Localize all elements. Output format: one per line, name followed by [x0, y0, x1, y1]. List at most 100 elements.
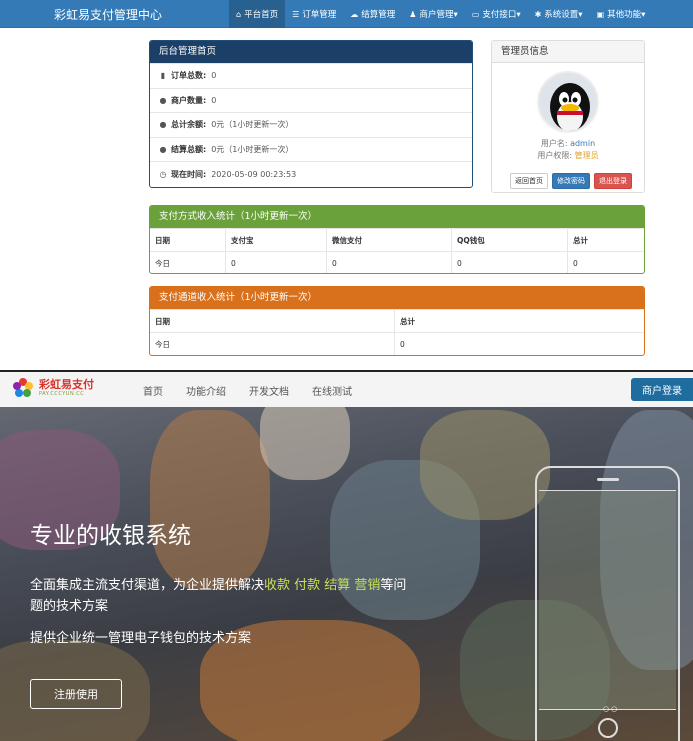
hero-highlight: 收款 付款 结算 营销	[264, 578, 381, 593]
drop-icon: ●	[159, 120, 167, 130]
hero-title: 专业的收银系统	[30, 523, 191, 549]
table-cell: 今日	[150, 333, 395, 355]
table-cell: 0	[573, 258, 578, 268]
nav-item-home[interactable]: ⌂ 平台首页	[229, 0, 286, 28]
table-header-cell: 总计	[400, 316, 415, 326]
logo-subtitle: PAY.CCCYUN.CC	[39, 391, 85, 397]
role-line: 用户权限: 管理员	[492, 150, 644, 161]
landing-page: 彩虹易支付 PAY.CCCYUN.CC 首页 功能介绍 开发文档 在线测试 商户…	[0, 370, 693, 741]
hero-description-line2: 题的技术方案	[30, 599, 109, 614]
table-cell: 0	[327, 252, 452, 273]
stat-row-balance: ● 总计余额: 0元（1小时更新一次）	[150, 112, 472, 137]
stat-label: 现在时间:	[171, 169, 207, 179]
nav-item-merchants[interactable]: ♟ 商户管理▾	[402, 0, 464, 28]
penguin-avatar-icon	[550, 83, 590, 131]
merchant-login-button[interactable]: 商户登录	[631, 378, 693, 401]
table-cell: 0	[226, 252, 327, 273]
register-button[interactable]: 注册使用	[30, 679, 122, 709]
landing-nav-links: 首页 功能介绍 开发文档 在线测试	[143, 383, 352, 398]
logout-button[interactable]: 退出登录	[594, 173, 632, 189]
nav-link-docs[interactable]: 开发文档	[249, 383, 289, 398]
phone-home-button	[598, 718, 618, 738]
panel-title: 支付通道收入统计（1小时更新一次）	[150, 287, 644, 309]
cloud-icon: ☁	[350, 9, 359, 19]
admin-info-panel: 管理员信息 用户名: admin 用户权限: 管理员 返回首页 修改密码 退出登…	[491, 40, 645, 193]
phone-speaker	[597, 478, 619, 481]
panel-title: 后台管理首页	[150, 41, 472, 63]
username-value: admin	[570, 139, 596, 148]
phone-screen: ○○	[539, 490, 676, 713]
nav-label: 平台首页	[244, 10, 279, 20]
stat-label: 订单总数:	[171, 71, 207, 81]
change-password-button[interactable]: 修改密码	[552, 173, 590, 189]
table-header-row: 日期 支付宝 微信支付 QQ钱包 总计	[150, 228, 644, 251]
hero-text: 等问	[380, 578, 407, 593]
nav-label: 其他功能▾	[607, 10, 646, 20]
table-cell: 0	[452, 252, 568, 273]
stat-label: 总计余额:	[171, 120, 207, 130]
carousel-dots[interactable]: ○○	[603, 705, 619, 713]
nav-item-payment-api[interactable]: ▭ 支付接口▾	[465, 0, 528, 28]
table-row: 今日 0	[150, 332, 644, 355]
nav-label: 系统设置▾	[544, 10, 583, 20]
bar-chart-icon: ▮	[160, 71, 166, 81]
stat-row-time: ◷ 现在时间: 2020-05-09 00:23:53	[150, 161, 472, 186]
panel-title: 支付方式收入统计（1小时更新一次）	[150, 206, 644, 228]
avatar	[537, 71, 599, 133]
home-stats-panel: 后台管理首页 ▮ 订单总数: 0 ● 商户数量: 0 ● 总计余额: 0元（1小…	[149, 40, 473, 188]
nav-item-orders[interactable]: ☰ 订单管理	[285, 0, 343, 28]
top-navbar: 彩虹易支付管理中心 ⌂ 平台首页 ☰ 订单管理 ☁ 结算管理 ♟ 商户管理▾ ▭…	[0, 0, 693, 28]
channel-stats-panel: 支付通道收入统计（1小时更新一次） 日期 总计 今日 0	[149, 286, 645, 356]
hero-tagline: 提供企业统一管理电子钱包的技术方案	[30, 631, 252, 646]
table-row: 今日 0 0 0 0	[150, 251, 644, 273]
table-cell: 0	[400, 339, 405, 349]
nav-menu: ⌂ 平台首页 ☰ 订单管理 ☁ 结算管理 ♟ 商户管理▾ ▭ 支付接口▾ ✱ 系…	[229, 0, 652, 28]
stat-value: 2020-05-09 00:23:53	[211, 169, 297, 179]
username-line: 用户名: admin	[492, 138, 644, 149]
nav-link-test[interactable]: 在线测试	[312, 383, 352, 398]
nav-link-features[interactable]: 功能介绍	[186, 383, 226, 398]
table-header-cell: 日期	[150, 310, 395, 332]
nav-item-settlement[interactable]: ☁ 结算管理	[343, 0, 402, 28]
hero-text: 全面集成主流支付渠道，为企业提供解决	[30, 578, 265, 593]
logo-icon	[13, 378, 33, 397]
brand-title[interactable]: 彩虹易支付管理中心	[54, 6, 162, 23]
nav-item-settings[interactable]: ✱ 系统设置▾	[528, 0, 590, 28]
nav-link-home[interactable]: 首页	[143, 383, 163, 398]
nav-label: 结算管理	[361, 10, 396, 20]
briefcase-icon: ▣	[596, 9, 605, 19]
stat-row-settlement: ● 结算总额: 0元（1小时更新一次）	[150, 136, 472, 162]
panel-title: 管理员信息	[492, 41, 644, 63]
nav-label: 商户管理▾	[419, 10, 458, 20]
stat-label: 结算总额:	[171, 145, 207, 155]
hero-description-line1: 全面集成主流支付渠道，为企业提供解决收款 付款 结算 营销等问	[30, 574, 406, 593]
logo-text[interactable]: 彩虹易支付	[39, 376, 94, 392]
phone-mockup: ○○	[535, 466, 680, 741]
role-value: 管理员	[574, 151, 599, 160]
stat-value: 0	[211, 95, 217, 105]
user-icon: ♟	[409, 9, 417, 19]
admin-dashboard: 彩虹易支付管理中心 ⌂ 平台首页 ☰ 订单管理 ☁ 结算管理 ♟ 商户管理▾ ▭…	[0, 0, 693, 370]
nav-label: 订单管理	[302, 10, 337, 20]
stat-value: 0元（1小时更新一次）	[211, 145, 294, 155]
stat-value: 0元（1小时更新一次）	[211, 120, 294, 130]
home-icon: ⌂	[236, 9, 242, 19]
nav-label: 支付接口▾	[482, 10, 521, 20]
stat-value: 0	[211, 71, 217, 81]
table-header-cell: 总计	[573, 235, 588, 245]
list-icon: ☰	[292, 9, 300, 19]
stat-row-merchants: ● 商户数量: 0	[150, 87, 472, 113]
back-home-button[interactable]: 返回首页	[510, 173, 548, 189]
table-header-cell: 支付宝	[226, 229, 327, 251]
landing-navbar: 彩虹易支付 PAY.CCCYUN.CC 首页 功能介绍 开发文档 在线测试 商户…	[0, 370, 693, 407]
admin-actions: 返回首页 修改密码 退出登录	[510, 173, 632, 189]
role-label: 用户权限:	[537, 151, 575, 160]
table-header-cell: 微信支付	[327, 229, 452, 251]
stat-label: 商户数量:	[171, 95, 207, 105]
table-header-cell: 日期	[150, 229, 226, 251]
drop-icon: ●	[159, 145, 167, 155]
nav-item-other[interactable]: ▣ 其他功能▾	[590, 0, 653, 28]
clock-icon: ◷	[159, 169, 167, 179]
stat-row-orders: ▮ 订单总数: 0	[150, 63, 472, 88]
background-shape	[150, 410, 270, 590]
